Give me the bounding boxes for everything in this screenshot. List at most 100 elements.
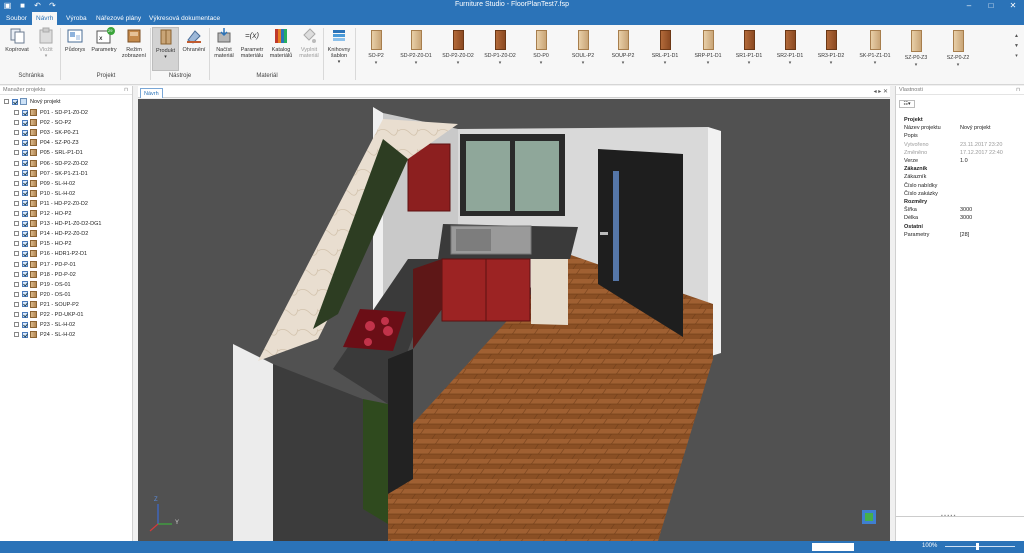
floorplan-button[interactable]: Půdorys — [62, 27, 88, 53]
visibility-checkbox[interactable] — [22, 139, 28, 146]
property-row[interactable]: Vytvořeno 23.11.2017 23:20 — [904, 141, 1002, 149]
expand-toggle[interactable] — [14, 190, 19, 196]
maximize-icon[interactable]: □ — [980, 0, 1002, 12]
splitter-grip[interactable]: ▪ ▪ ▪ ▪ ▪ — [941, 513, 955, 519]
tree-item[interactable]: P21 - SOUP-P2 — [14, 300, 79, 310]
expand-toggle[interactable] — [14, 241, 19, 247]
zoom-slider-thumb[interactable] — [976, 543, 979, 550]
expand-toggle[interactable] — [14, 200, 19, 206]
property-row[interactable]: Název projektu Nový projekt — [904, 124, 991, 132]
expand-toggle[interactable] — [14, 221, 19, 227]
property-row[interactable]: Číslo nabídky — [904, 182, 960, 190]
visibility-checkbox[interactable] — [22, 321, 28, 328]
property-row[interactable]: Parametry [28] — [904, 231, 969, 239]
tree-item[interactable]: P05 - SRL-P1-D1 — [14, 148, 83, 158]
tree-item[interactable]: P06 - SD-P2-Z0-D2 — [14, 159, 88, 169]
cabinet-so-p2[interactable]: SO-P2 ▾ — [356, 28, 396, 66]
tree-item[interactable]: P18 - PD-P-02 — [14, 270, 76, 280]
expand-toggle[interactable] — [14, 322, 19, 328]
expand-toggle[interactable] — [14, 261, 19, 267]
property-row[interactable]: Verze 1.0 — [904, 157, 968, 165]
expand-toggle[interactable] — [14, 120, 19, 126]
tree-item[interactable]: P12 - HO-P2 — [14, 209, 71, 219]
property-row[interactable]: Číslo zakázky — [904, 190, 960, 198]
material-parameter-button[interactable]: =(x) Parametr materiálu — [238, 27, 266, 59]
visibility-checkbox[interactable] — [22, 119, 28, 126]
tree-item[interactable]: P09 - SL-H-02 — [14, 179, 75, 189]
visibility-checkbox[interactable] — [12, 98, 18, 105]
property-row[interactable]: Délka 3000 — [904, 214, 972, 222]
visibility-checkbox[interactable] — [22, 281, 28, 288]
cabinet-sr1-p1-d1[interactable]: SR1-P1-D1 ▾ — [729, 28, 769, 66]
cabinet-sz-p0-z3[interactable]: SZ-P0-Z3 ▾ — [896, 28, 936, 68]
tab-vykresova-dokumentace[interactable]: Výkresová dokumentace — [145, 12, 224, 25]
visibility-checkbox[interactable] — [22, 271, 28, 278]
visibility-checkbox[interactable] — [22, 149, 28, 156]
visibility-checkbox[interactable] — [22, 230, 28, 237]
tree-item[interactable]: P20 - OS-01 — [14, 290, 71, 300]
visibility-checkbox[interactable] — [22, 160, 28, 167]
expand-toggle[interactable] — [14, 231, 19, 237]
cabinet-sk-p1-z1-d1[interactable]: SK-P1-Z1-D1 ▾ — [853, 28, 897, 66]
cabinet-sr3-p1-d2[interactable]: SR3-P1-D2 ▾ — [811, 28, 851, 66]
tree-item[interactable]: P10 - SL-H-02 — [14, 189, 75, 199]
visibility-checkbox[interactable] — [22, 129, 28, 136]
visibility-checkbox[interactable] — [22, 190, 28, 197]
gallery-scroll[interactable]: ▲ ▼ ▾ — [1014, 31, 1019, 61]
expand-toggle[interactable] — [14, 110, 19, 116]
visibility-checkbox[interactable] — [22, 261, 28, 268]
expand-toggle[interactable] — [14, 291, 19, 297]
visibility-checkbox[interactable] — [22, 210, 28, 217]
tree-item[interactable]: P04 - SZ-P0-Z3 — [14, 138, 79, 148]
cabinet-sd-p1-z0-d2[interactable]: SD-P1-Z0-D2 ▾ — [480, 28, 520, 66]
parameters-button[interactable]: x 29 Parametry — [89, 27, 119, 53]
cabinet-so-p0[interactable]: SO-P0 ▾ — [521, 28, 561, 66]
cabinet-srl-p1-d1[interactable]: SRL-P1-D1 ▾ — [645, 28, 685, 66]
fill-material-button[interactable]: Vyplnit materiál — [296, 27, 322, 59]
expand-toggle[interactable] — [14, 150, 19, 156]
3d-viewport[interactable]: Z Y — [138, 99, 890, 541]
visibility-checkbox[interactable] — [22, 200, 28, 207]
visibility-checkbox[interactable] — [22, 170, 28, 177]
tree-item[interactable]: P01 - SD-P1-Z0-D2 — [14, 108, 88, 118]
expand-toggle[interactable] — [14, 130, 19, 136]
cabinet-sz-p0-z2[interactable]: SZ-P0-Z2 ▾ — [938, 28, 978, 68]
property-row[interactable]: Popis — [904, 132, 960, 140]
paste-button[interactable]: Vložit ▾ — [33, 27, 59, 59]
visibility-checkbox[interactable] — [22, 109, 28, 116]
visibility-checkbox[interactable] — [22, 331, 28, 338]
cabinet-soul-p2[interactable]: SOUL-P2 ▾ — [563, 28, 603, 66]
tree-item[interactable]: P23 - SL-H-02 — [14, 320, 75, 330]
product-button[interactable]: Produkt ▾ — [152, 27, 179, 71]
tree-item[interactable]: P24 - SL-H-02 — [14, 330, 75, 340]
cabinet-sd-p2-z0-d1[interactable]: SD-P2-Z0-D1 ▾ — [396, 28, 436, 66]
expand-toggle[interactable] — [14, 160, 19, 166]
sort-icon[interactable]: ☷▾ — [899, 100, 915, 108]
tree-item[interactable]: P14 - HD-P2-Z0-D2 — [14, 229, 88, 239]
zoom-slider[interactable] — [945, 546, 1015, 547]
expand-toggle[interactable] — [14, 301, 19, 307]
pin-icon[interactable]: ⊓ — [124, 87, 128, 93]
tree-item[interactable]: P22 - PD-UKP-01 — [14, 310, 83, 320]
tab-soubor[interactable]: Soubor — [2, 12, 31, 25]
expand-toggle[interactable] — [14, 281, 19, 287]
cabinet-soup-p2[interactable]: SOUP-P2 ▾ — [603, 28, 643, 66]
expand-toggle[interactable] — [4, 99, 9, 105]
tree-item[interactable]: P03 - SK-P0-Z1 — [14, 128, 79, 138]
tree-item[interactable]: P11 - HD-P2-Z0-D2 — [14, 199, 88, 209]
cabinet-srp-p1-d1[interactable]: SRP-P1-D1 ▾ — [688, 28, 728, 66]
visibility-checkbox[interactable] — [22, 301, 28, 308]
expand-toggle[interactable] — [14, 170, 19, 176]
tree-item[interactable]: P17 - PD-P-01 — [14, 260, 76, 270]
property-row[interactable]: Změněno 17.12.2017 22:40 — [904, 149, 1003, 157]
close-icon[interactable]: ✕ — [1002, 0, 1024, 12]
tab-navrh-document[interactable]: Návrh — [140, 88, 163, 98]
visibility-checkbox[interactable] — [22, 250, 28, 257]
expand-toggle[interactable] — [14, 271, 19, 277]
expand-toggle[interactable] — [14, 180, 19, 186]
minimize-icon[interactable]: – — [958, 0, 980, 12]
visibility-checkbox[interactable] — [22, 180, 28, 187]
tree-item[interactable]: P15 - HO-P2 — [14, 239, 71, 249]
tree-item[interactable]: P16 - HDR1-P2-D1 — [14, 249, 87, 259]
pin-icon[interactable]: ⊓ — [1016, 87, 1020, 93]
